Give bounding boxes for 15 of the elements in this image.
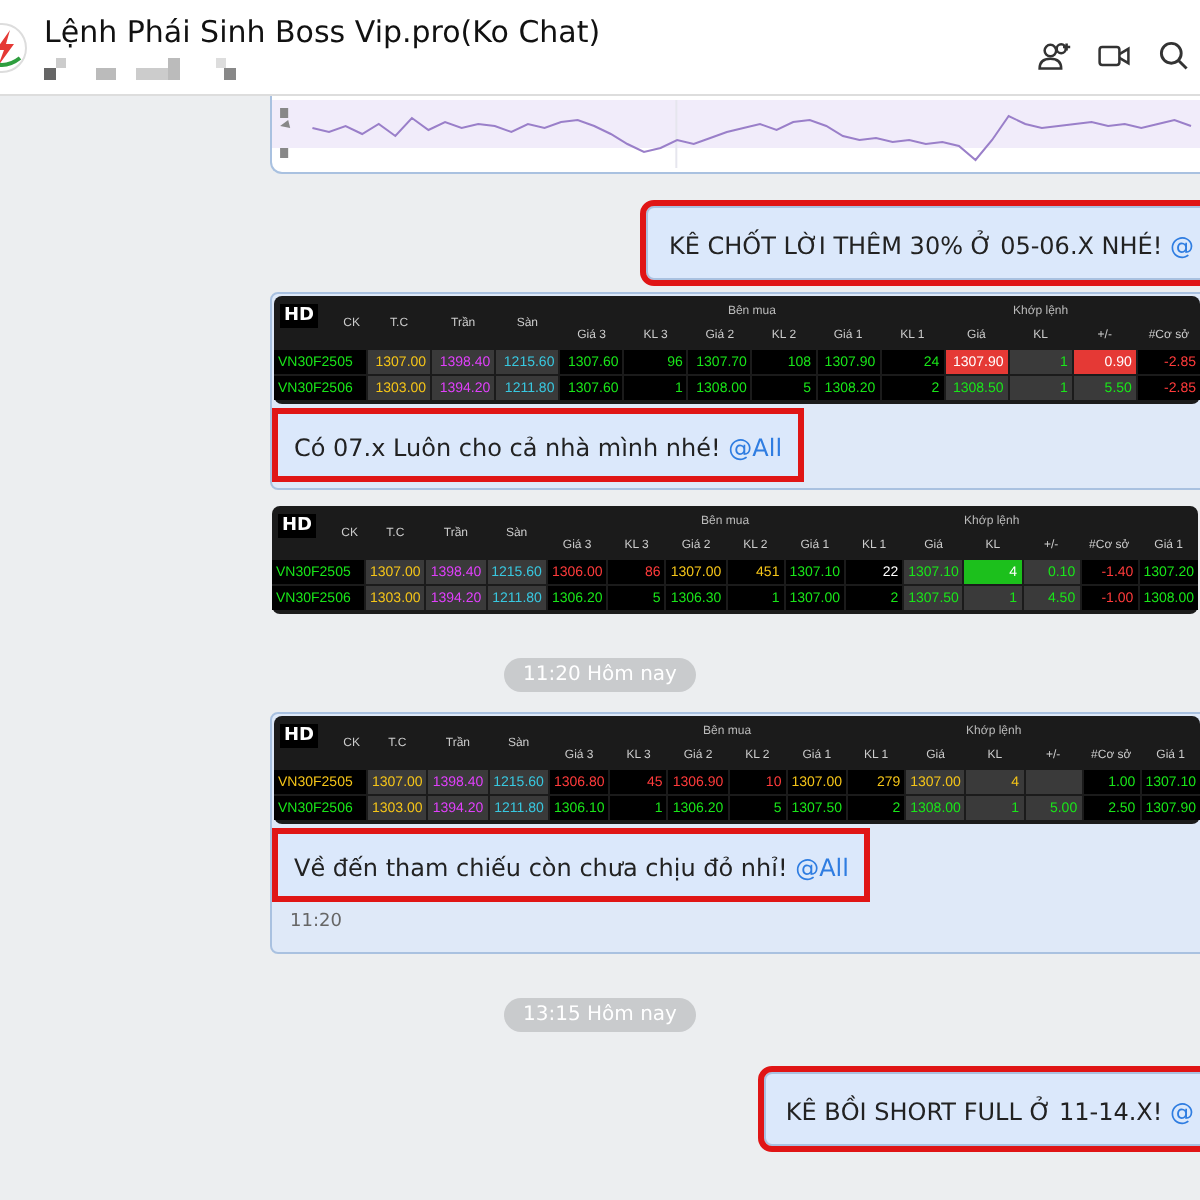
add-member-icon[interactable] xyxy=(1036,37,1072,73)
message-text: KÊ BỒI SHORT FULL Ở 11-14.X! @ xyxy=(785,1098,1194,1126)
message-text: Về đến tham chiếu còn chưa chịu đỏ nhỉ! @All xyxy=(294,854,849,882)
message-time: 11:20 xyxy=(288,910,344,936)
hd-badge: HD xyxy=(278,514,317,538)
message-text: KÊ CHỐT LỜI THÊM 30% Ở 05-06.X NHÉ! @ xyxy=(668,232,1194,260)
hd-badge: HD xyxy=(280,304,319,328)
mention-link[interactable]: @ xyxy=(1170,1098,1194,1126)
search-icon[interactable] xyxy=(1156,37,1192,73)
mention-link[interactable]: @All xyxy=(795,854,849,882)
message-text: Có 07.x Luôn cho cả nhà mình nhé! @All xyxy=(294,434,783,462)
chat-title: Lệnh Phái Sinh Boss Vip.pro(Ko Chat) xyxy=(44,13,601,49)
mention-link[interactable]: @ xyxy=(1170,232,1194,260)
mention-link[interactable]: @All xyxy=(728,434,783,462)
hd-badge: HD xyxy=(280,724,319,748)
